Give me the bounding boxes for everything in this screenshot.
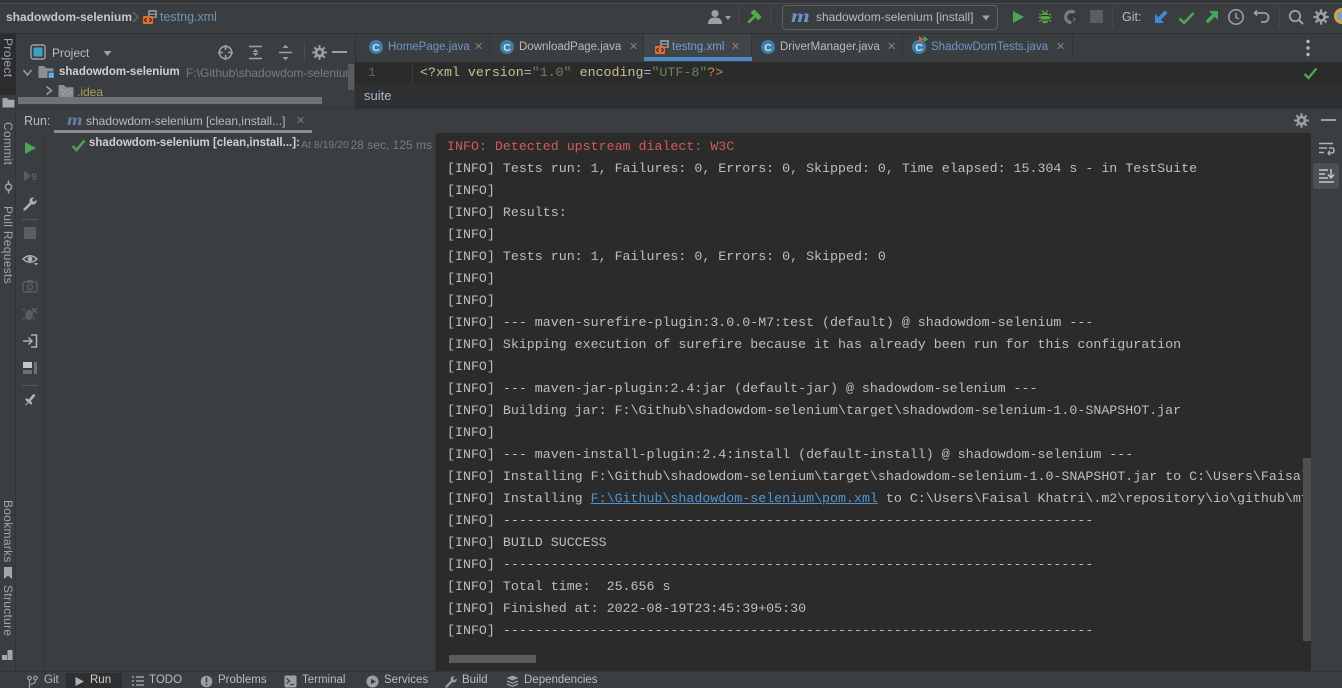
svg-text:9: 9 (31, 172, 37, 183)
